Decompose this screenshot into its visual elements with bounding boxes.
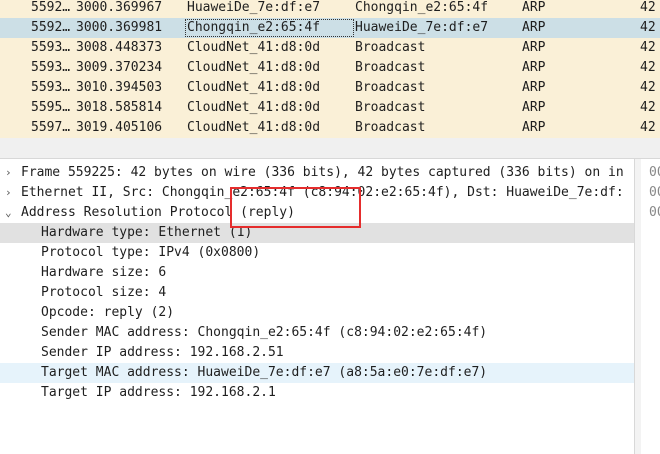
tree-item[interactable]: Target MAC address: HuaweiDe_7e:df:e7 (a… xyxy=(0,363,634,383)
packet-protocol: ARP xyxy=(522,0,546,15)
tree-item[interactable]: ⌄ Address Resolution Protocol (reply) xyxy=(0,203,634,223)
pane-splitter[interactable] xyxy=(0,138,660,159)
packet-source: CloudNet_41:d8:0d xyxy=(187,120,321,135)
tree-item[interactable]: › Frame 559225: 42 bytes on wire (336 bit… xyxy=(0,163,634,183)
packet-protocol: ARP xyxy=(522,20,546,35)
tree-item-label: Address Resolution Protocol (reply) xyxy=(21,205,295,220)
tree-item-label: Sender MAC address: Chongqin_e2:65:4f (c… xyxy=(41,325,488,340)
packet-destination: Chongqin_e2:65:4f xyxy=(355,0,489,15)
tree-item-label: Target IP address: 192.168.2.1 xyxy=(41,385,276,400)
tree-item[interactable]: Opcode: reply (2) xyxy=(0,303,634,323)
packet-source: CloudNet_41:d8:0d xyxy=(187,40,321,55)
tree-item[interactable]: Sender MAC address: Chongqin_e2:65:4f (c… xyxy=(0,323,634,343)
packet-time: 3008.448373 xyxy=(76,40,163,55)
packet-time: 3000.369981 xyxy=(76,20,163,35)
tree-item-label: Hardware type: Ethernet (1) xyxy=(41,225,253,240)
packet-info: 42 Who xyxy=(640,0,660,15)
packet-source: CloudNet_41:d8:0d xyxy=(187,60,321,75)
tree-item-label: Sender IP address: 192.168.2.51 xyxy=(41,345,284,360)
tree-item-label: Ethernet II, Src: Chongqin_e2:65:4f (c8:… xyxy=(21,185,624,200)
packet-source: HuaweiDe_7e:df:e7 xyxy=(187,0,321,15)
packet-row[interactable]: 5597… 3019.405106 CloudNet_41:d8:0d Broadca… xyxy=(0,118,660,138)
packet-info: 42 Who xyxy=(640,80,660,95)
packet-details-tree: › Frame 559225: 42 bytes on wire (336 bit… xyxy=(0,159,634,454)
tree-item-label: Opcode: reply (2) xyxy=(41,305,175,320)
packet-row[interactable]: 5593… 3008.448373 CloudNet_41:d8:0d Broadca… xyxy=(0,38,660,58)
tree-item-label: Protocol type: IPv4 (0x0800) xyxy=(41,245,261,260)
packet-info: 42 Who xyxy=(640,60,660,75)
byte-offset: 00 xyxy=(649,205,660,220)
packet-number: 5595… xyxy=(31,100,71,115)
tree-item[interactable]: › Ethernet II, Src: Chongqin_e2:65:4f (c8… xyxy=(0,183,634,203)
byte-offset: 00 xyxy=(649,185,660,200)
packet-row[interactable]: 5593… 3010.394503 CloudNet_41:d8:0d Broadca… xyxy=(0,78,660,98)
packet-time: 3019.405106 xyxy=(76,120,163,135)
collapsed-chevron-icon[interactable]: › xyxy=(5,183,17,203)
tree-item[interactable]: Sender IP address: 192.168.2.51 xyxy=(0,343,634,363)
packet-time: 3000.369967 xyxy=(76,0,163,15)
packet-time: 3010.394503 xyxy=(76,80,163,95)
packet-source: CloudNet_41:d8:0d xyxy=(187,100,321,115)
packet-protocol: ARP xyxy=(522,100,546,115)
tree-item[interactable]: Protocol size: 4 xyxy=(0,283,634,303)
packet-time: 3018.585814 xyxy=(76,100,163,115)
tree-item-label: Protocol size: 4 xyxy=(41,285,167,300)
packet-list: 5592… 3000.369967 HuaweiDe_7e:df:e7 Chongqi… xyxy=(0,0,660,138)
tree-item[interactable]: Hardware size: 6 xyxy=(0,263,634,283)
packet-number: 5592… xyxy=(31,0,71,15)
packet-protocol: ARP xyxy=(522,80,546,95)
packet-number: 5593… xyxy=(31,40,71,55)
packet-row[interactable]: 5593… 3009.370234 CloudNet_41:d8:0d Broadca… xyxy=(0,58,660,78)
packet-time: 3009.370234 xyxy=(76,60,163,75)
packet-number: 5593… xyxy=(31,80,71,95)
packet-info: 42 Who xyxy=(640,40,660,55)
tree-item[interactable]: Hardware type: Ethernet (1) xyxy=(0,223,634,243)
packet-row[interactable]: 5592… 3000.369967 HuaweiDe_7e:df:e7 Chongqi… xyxy=(0,0,660,18)
packet-bytes-pane: 00 00 00 xyxy=(641,159,660,454)
packet-number: 5593… xyxy=(31,60,71,75)
tree-item[interactable]: Target IP address: 192.168.2.1 xyxy=(0,383,634,403)
tree-item-label: Hardware size: 6 xyxy=(41,265,167,280)
packet-row[interactable]: 5595… 3018.585814 CloudNet_41:d8:0d Broadca… xyxy=(0,98,660,118)
packet-info: 42 Who xyxy=(640,120,660,135)
packet-info: 42 192 xyxy=(640,20,660,35)
packet-destination: Broadcast xyxy=(355,60,426,75)
byte-offset: 00 xyxy=(649,165,660,180)
packet-source: CloudNet_41:d8:0d xyxy=(187,80,321,95)
packet-destination: Broadcast xyxy=(355,80,426,95)
packet-row[interactable]: 5592… 3000.369981 Chongqin_e2:65:4f HuaweiD… xyxy=(0,18,660,38)
packet-number: 5592… xyxy=(31,20,71,35)
collapsed-chevron-icon[interactable]: › xyxy=(5,163,17,183)
packet-protocol: ARP xyxy=(522,40,546,55)
tree-item-label: Target MAC address: HuaweiDe_7e:df:e7 (a… xyxy=(41,365,488,380)
packet-protocol: ARP xyxy=(522,120,546,135)
packet-destination: HuaweiDe_7e:df:e7 xyxy=(355,20,489,35)
packet-protocol: ARP xyxy=(522,60,546,75)
packet-info: 42 Who xyxy=(640,100,660,115)
expanded-chevron-icon[interactable]: ⌄ xyxy=(5,203,17,223)
packet-destination: Broadcast xyxy=(355,120,426,135)
tree-item[interactable]: Protocol type: IPv4 (0x0800) xyxy=(0,243,634,263)
packet-destination: Broadcast xyxy=(355,100,426,115)
packet-number: 5597… xyxy=(31,120,71,135)
packet-destination: Broadcast xyxy=(355,40,426,55)
tree-item-label: Frame 559225: 42 bytes on wire (336 bits… xyxy=(21,165,624,180)
packet-source: Chongqin_e2:65:4f xyxy=(184,18,355,38)
